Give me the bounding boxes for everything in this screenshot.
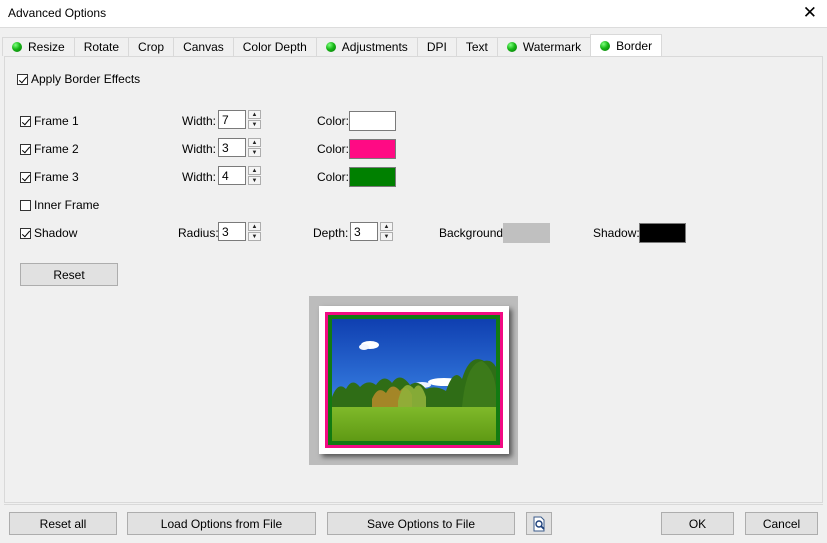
frame-2-width-label: Width: bbox=[182, 142, 217, 156]
frame-2-color-swatch[interactable] bbox=[349, 139, 396, 159]
spin-down-icon[interactable]: ▼ bbox=[248, 232, 261, 241]
shadow-color-swatch[interactable] bbox=[639, 223, 686, 243]
cancel-button[interactable]: Cancel bbox=[745, 512, 818, 535]
green-dot-icon bbox=[600, 40, 611, 51]
frame-3-width-spinner: 4 ▲ ▼ bbox=[218, 166, 261, 185]
tab-border[interactable]: Border bbox=[590, 34, 663, 56]
tab-label: Watermark bbox=[522, 40, 582, 54]
checkbox-box[interactable] bbox=[20, 199, 31, 211]
shadow-background-label: Background: bbox=[439, 226, 507, 240]
frame-1-color-swatch[interactable] bbox=[349, 111, 396, 131]
title-bar: Advanced Options ✕ bbox=[0, 0, 827, 27]
tab-rotate[interactable]: Rotate bbox=[73, 37, 130, 56]
green-dot-icon bbox=[325, 42, 336, 52]
tab-label: DPI bbox=[426, 40, 447, 54]
checkbox-box[interactable] bbox=[17, 73, 28, 85]
frame-3-checkbox[interactable]: Frame 3 bbox=[20, 170, 79, 184]
frame-1-label: Frame 1 bbox=[34, 114, 79, 128]
frame-1-width-input[interactable]: 7 bbox=[218, 110, 246, 129]
spin-down-icon[interactable]: ▼ bbox=[248, 176, 261, 185]
frame-2-width-input[interactable]: 3 bbox=[218, 138, 246, 157]
magnifier-page-icon bbox=[533, 516, 545, 531]
tab-label: Text bbox=[465, 40, 488, 54]
frame-1-checkbox[interactable]: Frame 1 bbox=[20, 114, 79, 128]
tab-label: Crop bbox=[138, 40, 165, 54]
tab-strip: Resize Rotate Crop Canvas Color Depth Ad… bbox=[2, 34, 663, 57]
reset-button[interactable]: Reset bbox=[20, 263, 118, 286]
shadow-depth-input[interactable]: 3 bbox=[350, 222, 378, 241]
tab-adjustments[interactable]: Adjustments bbox=[315, 37, 418, 56]
load-options-button[interactable]: Load Options from File bbox=[127, 512, 316, 535]
frame-2-width-spinner: 3 ▲ ▼ bbox=[218, 138, 261, 157]
preview-button[interactable] bbox=[526, 512, 552, 535]
shadow-radius-input[interactable]: 3 bbox=[218, 222, 246, 241]
checkbox-box[interactable] bbox=[20, 143, 31, 155]
window-title: Advanced Options bbox=[8, 6, 107, 20]
spin-down-icon[interactable]: ▼ bbox=[248, 148, 261, 157]
shadow-background-swatch[interactable] bbox=[503, 223, 550, 243]
spin-down-icon[interactable]: ▼ bbox=[380, 232, 393, 241]
shadow-label: Shadow bbox=[34, 226, 78, 240]
spin-up-icon[interactable]: ▲ bbox=[380, 222, 393, 231]
tab-watermark[interactable]: Watermark bbox=[496, 37, 592, 56]
shadow-radius-spinner: 3 ▲ ▼ bbox=[218, 222, 261, 241]
frame-3-color-swatch[interactable] bbox=[349, 167, 396, 187]
tab-text[interactable]: Text bbox=[455, 37, 498, 56]
frame-2-label: Frame 2 bbox=[34, 142, 79, 156]
checkbox-box[interactable] bbox=[20, 227, 31, 239]
spin-up-icon[interactable]: ▲ bbox=[248, 110, 261, 119]
tab-resize[interactable]: Resize bbox=[2, 37, 75, 56]
spin-up-icon[interactable]: ▲ bbox=[248, 166, 261, 175]
spin-up-icon[interactable]: ▲ bbox=[248, 138, 261, 147]
tab-label: Adjustments bbox=[341, 40, 408, 54]
tab-label: Color Depth bbox=[242, 40, 307, 54]
frame-2-checkbox[interactable]: Frame 2 bbox=[20, 142, 79, 156]
tab-crop[interactable]: Crop bbox=[128, 37, 175, 56]
green-dot-icon bbox=[12, 42, 22, 52]
checkbox-box[interactable] bbox=[20, 115, 31, 127]
reset-all-button[interactable]: Reset all bbox=[9, 512, 117, 535]
frame-3-width-label: Width: bbox=[182, 170, 217, 184]
frame-1-color-label: Color: bbox=[317, 114, 350, 128]
tab-dpi[interactable]: DPI bbox=[416, 37, 457, 56]
spin-up-icon[interactable]: ▲ bbox=[248, 222, 261, 231]
spin-down-icon[interactable]: ▼ bbox=[248, 120, 261, 129]
tab-label: Resize bbox=[28, 40, 65, 54]
shadow-checkbox[interactable]: Shadow bbox=[20, 226, 77, 240]
shadow-radius-label: Radius: bbox=[178, 226, 219, 240]
inner-frame-checkbox[interactable]: Inner Frame bbox=[20, 198, 99, 212]
frame-3-width-input[interactable]: 4 bbox=[218, 166, 246, 185]
tab-color-depth[interactable]: Color Depth bbox=[232, 37, 317, 56]
landscape-photo-image bbox=[332, 319, 496, 441]
close-icon[interactable]: ✕ bbox=[803, 3, 817, 23]
tab-label: Rotate bbox=[83, 40, 120, 54]
frame-2-color-label: Color: bbox=[317, 142, 350, 156]
frame-3-label: Frame 3 bbox=[34, 170, 79, 184]
frame-1-width-spinner: 7 ▲ ▼ bbox=[218, 110, 261, 129]
apply-border-effects-checkbox[interactable]: Apply Border Effects bbox=[17, 72, 140, 86]
shadow-depth-spinner: 3 ▲ ▼ bbox=[350, 222, 393, 241]
ok-button[interactable]: OK bbox=[661, 512, 734, 535]
frame-1-width-label: Width: bbox=[182, 114, 217, 128]
footer-separator bbox=[4, 504, 823, 505]
preview-photo bbox=[332, 319, 496, 441]
checkbox-box[interactable] bbox=[20, 171, 31, 183]
tab-label: Border bbox=[616, 38, 653, 53]
frame-3-color-label: Color: bbox=[317, 170, 350, 184]
tab-label: Canvas bbox=[183, 40, 224, 54]
green-dot-icon bbox=[506, 42, 517, 52]
shadow-depth-label: Depth: bbox=[313, 226, 349, 240]
shadow-color-label: Shadow: bbox=[593, 226, 640, 240]
save-options-button[interactable]: Save Options to File bbox=[327, 512, 515, 535]
tab-canvas[interactable]: Canvas bbox=[173, 37, 234, 56]
apply-border-effects-label: Apply Border Effects bbox=[31, 72, 141, 86]
inner-frame-label: Inner Frame bbox=[34, 198, 100, 212]
